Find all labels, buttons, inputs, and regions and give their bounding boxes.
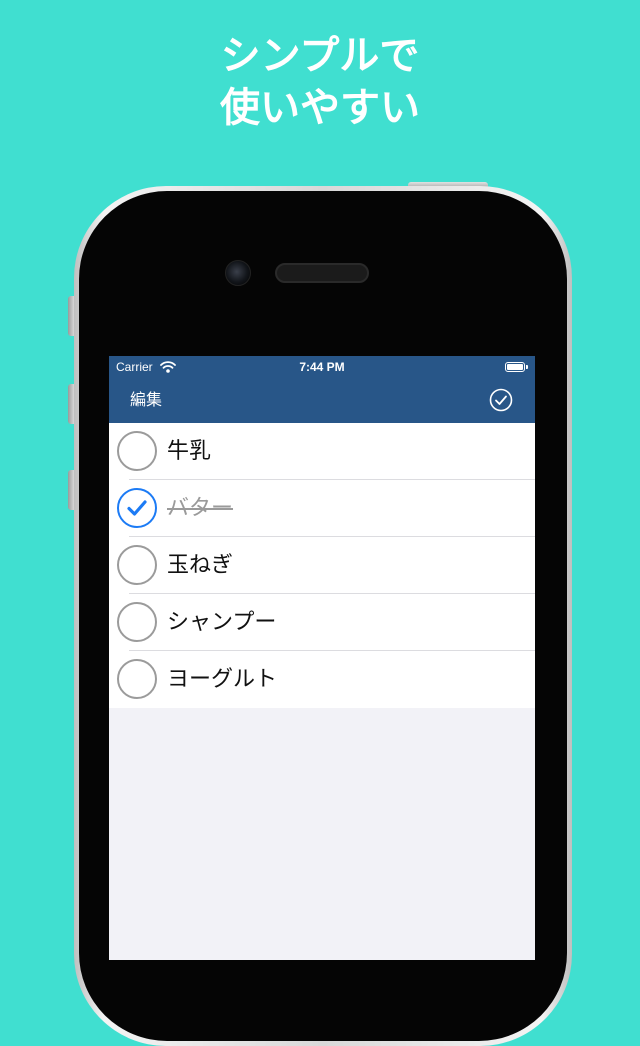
item-label: ヨーグルト [167,667,278,692]
item-label: 玉ねぎ [167,553,234,578]
list-item[interactable]: バター [109,480,535,537]
item-label: シャンプー [167,610,277,635]
checkbox-unchecked[interactable] [117,659,157,699]
list-item[interactable]: 玉ねぎ [109,537,535,594]
front-camera [225,260,251,286]
edit-button[interactable]: 編集 [130,389,162,411]
checkbox-unchecked[interactable] [117,545,157,585]
battery-icon [505,362,525,372]
promo-headline-line1: シンプルで [220,33,420,79]
earpiece-speaker [275,263,369,283]
checkmark-icon [127,500,147,516]
list-item[interactable]: ヨーグルト [109,651,535,708]
list-item[interactable]: シャンプー [109,594,535,651]
check-circle-icon[interactable] [489,388,513,412]
promo-headline-line2: 使いやすい [220,85,420,131]
battery-tip [526,365,528,369]
list-item[interactable]: 牛乳 [109,423,535,480]
item-label-completed: バター [167,496,234,521]
item-label: 牛乳 [167,439,212,464]
shopping-list: 牛乳 バター 玉ねぎ シャンプー ヨーグルト [109,423,535,708]
status-time: 7:44 PM [299,360,345,374]
checkbox-checked[interactable] [117,488,157,528]
navigation-bar: 編集 [109,378,535,423]
status-bar: Carrier 7:44 PM [109,356,535,378]
app-screen: Carrier 7:44 PM 編集 牛乳 バター 玉ねぎ シャンプー ヨーグル… [109,356,535,960]
checkbox-unchecked[interactable] [117,431,157,471]
checkbox-unchecked[interactable] [117,602,157,642]
